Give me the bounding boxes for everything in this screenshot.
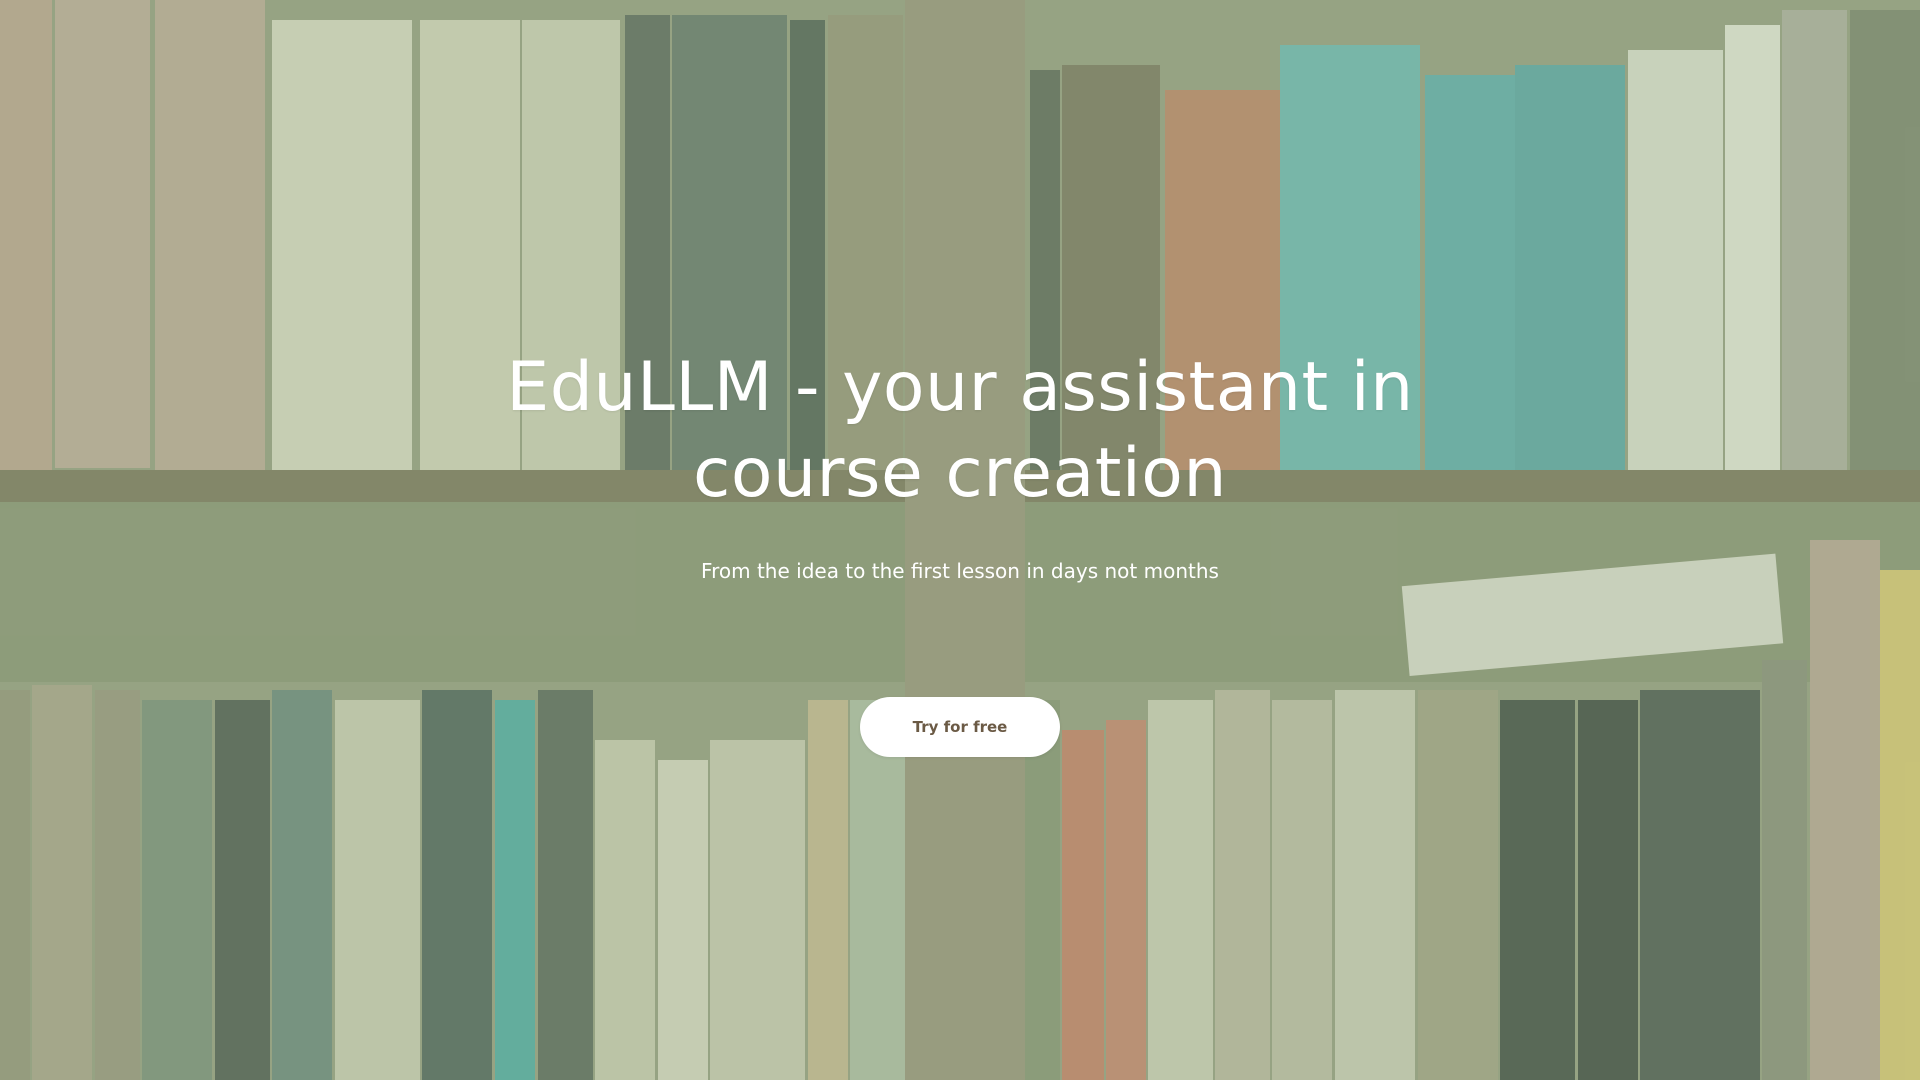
hero-content: EduLLM - your assistant in course creati…	[0, 0, 1920, 1080]
hero-subtitle: From the idea to the first lesson in day…	[701, 559, 1219, 583]
try-for-free-button[interactable]: Try for free	[860, 697, 1060, 757]
hero-title: EduLLM - your assistant in course creati…	[506, 348, 1414, 513]
hero-section: EduLLM - your assistant in course creati…	[0, 0, 1920, 1080]
